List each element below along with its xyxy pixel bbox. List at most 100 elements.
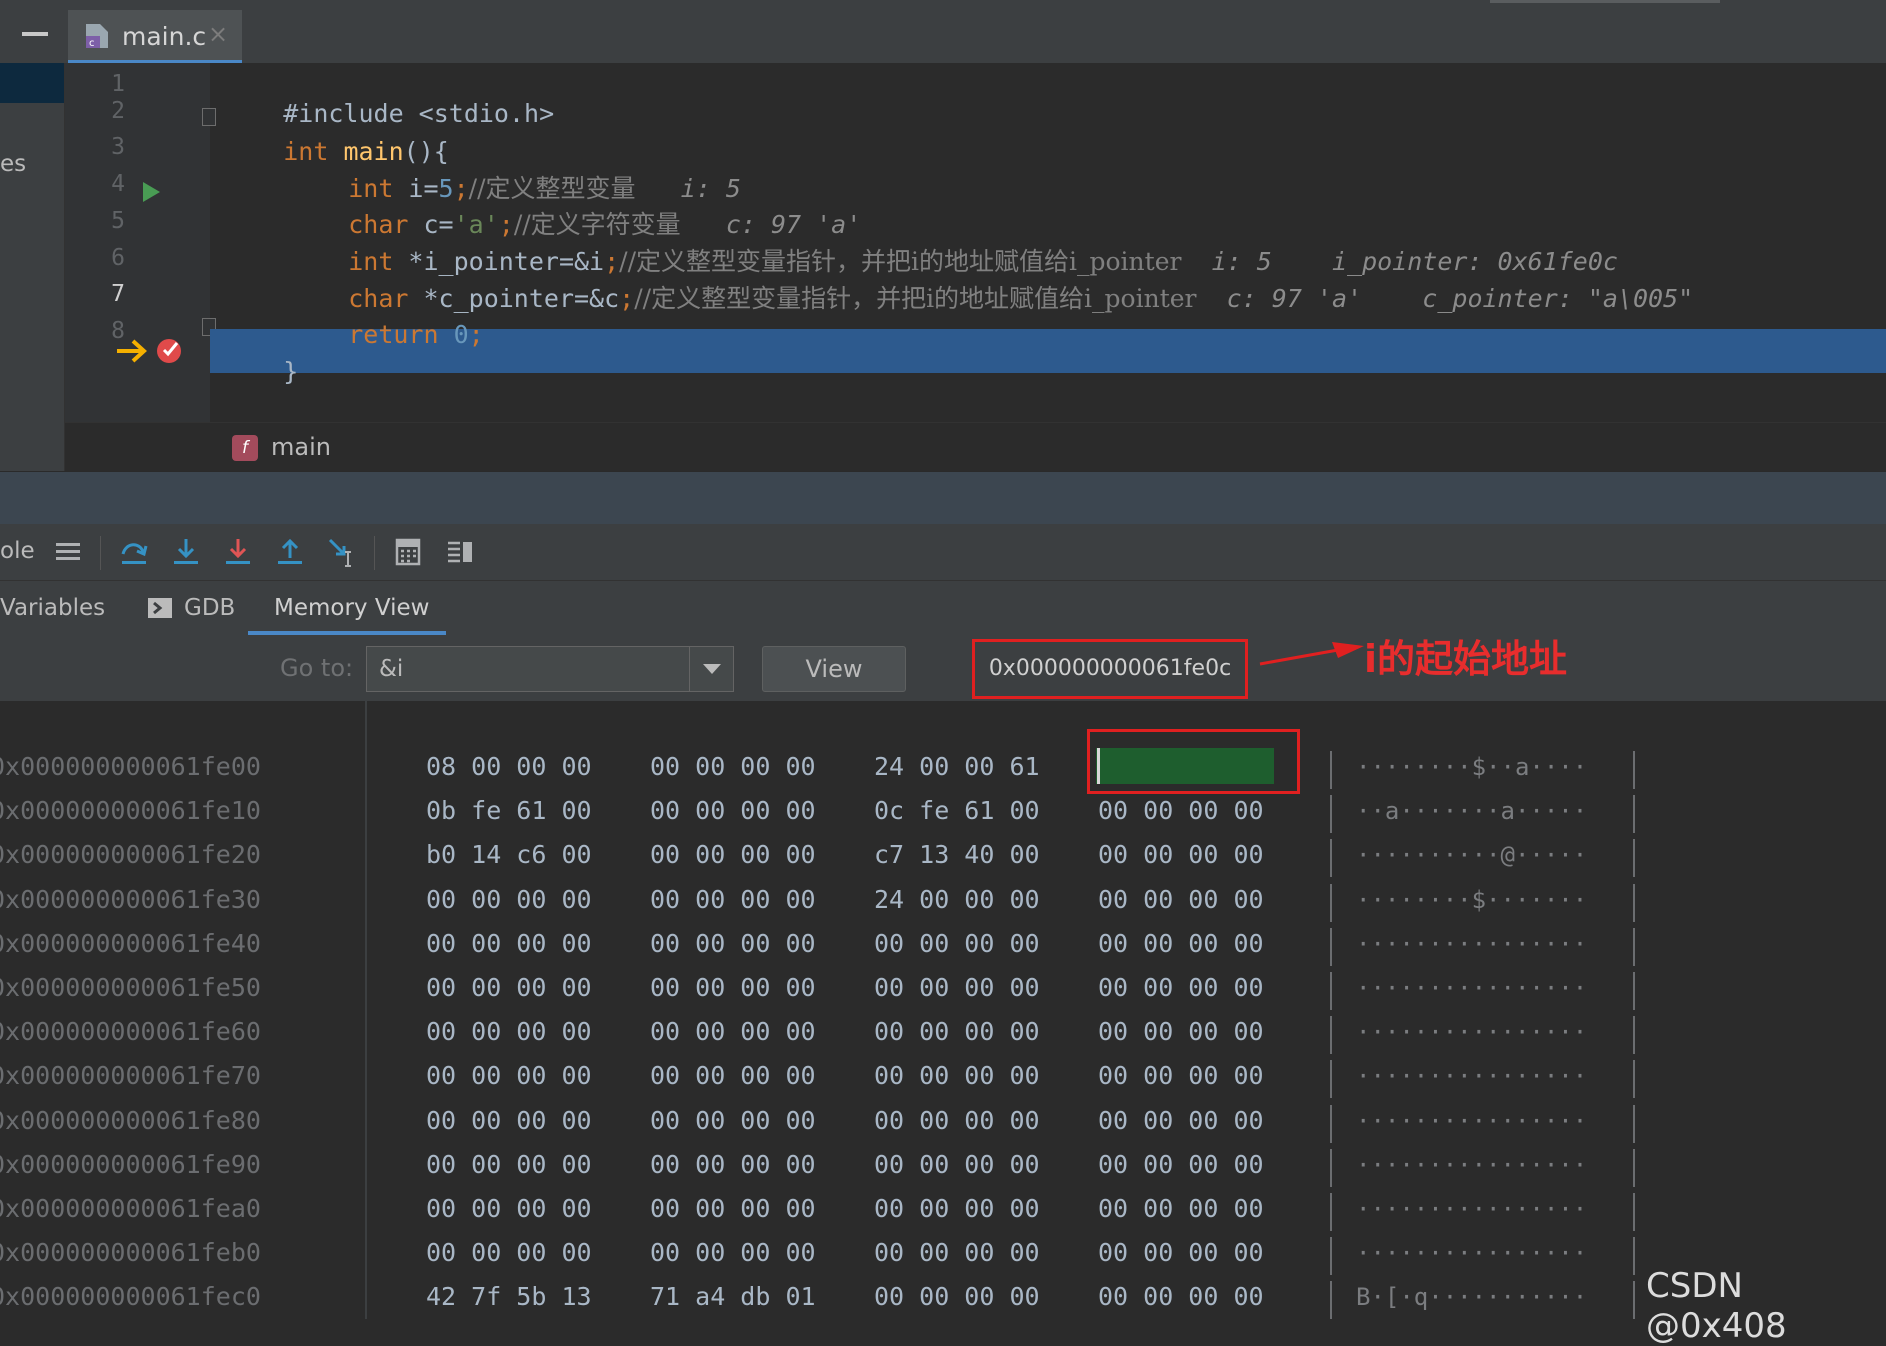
memory-hex-group[interactable]: 00 00 00 00 xyxy=(874,1010,1040,1054)
tab-main-c[interactable]: c main.c × xyxy=(68,10,242,63)
memory-row[interactable]: 0x000000000061fe10 0b fe 61 00 00 00 00 00… xyxy=(0,789,1886,834)
memory-row[interactable]: 0x000000000061fe70 00 00 00 00 00 00 00 00… xyxy=(0,1054,1886,1099)
memory-row[interactable]: 0x000000000061fe00 08 00 00 00 00 00 00 00… xyxy=(0,745,1886,789)
memory-hex-group[interactable]: 00 00 00 00 xyxy=(1098,1187,1264,1231)
memory-hex-group[interactable]: 00 00 00 00 xyxy=(650,922,816,966)
layout-icon[interactable] xyxy=(444,536,476,568)
memory-hex-group[interactable]: b0 14 c6 00 xyxy=(426,833,592,877)
memory-row[interactable]: 0x000000000061fea0 00 00 00 00 00 00 00 00… xyxy=(0,1187,1886,1231)
tab-variables[interactable]: Variables xyxy=(0,595,105,621)
toolbar-separator xyxy=(100,536,101,570)
memory-row[interactable]: 0x000000000061fe20 b0 14 c6 00 00 00 00 00… xyxy=(0,833,1886,878)
memory-row[interactable]: 0x000000000061fe30 00 00 00 00 00 00 00 00… xyxy=(0,878,1886,922)
memory-hex-group[interactable]: 00 00 00 00 xyxy=(426,1231,592,1275)
code-line-8[interactable]: } xyxy=(223,306,298,386)
memory-hex-group[interactable]: 00 00 00 00 xyxy=(426,1010,592,1054)
step-out-icon[interactable] xyxy=(274,536,306,568)
memory-hex-group[interactable]: 00 00 00 00 xyxy=(874,1187,1040,1231)
force-step-into-icon[interactable] xyxy=(222,536,254,568)
memory-hex-group[interactable]: 00 00 00 00 xyxy=(650,789,816,833)
memory-hex-group[interactable]: 00 00 00 00 xyxy=(1098,789,1264,833)
memory-row[interactable]: 0x000000000061fe50 00 00 00 00 00 00 00 00… xyxy=(0,966,1886,1010)
breadcrumb-item-main[interactable]: main xyxy=(271,433,331,461)
memory-row[interactable]: 0x000000000061fec0 42 7f 5b 13 71 a4 db 01… xyxy=(0,1275,1886,1320)
goto-input[interactable] xyxy=(367,647,689,691)
memory-hex-group[interactable]: 0b fe 61 00 xyxy=(426,789,592,833)
fold-marker[interactable] xyxy=(202,108,216,126)
editor-gutter[interactable]: 1 2 3 4 5 6 7 8 xyxy=(65,63,210,422)
memory-hex-group[interactable]: 00 00 00 00 xyxy=(1098,1231,1264,1275)
memory-hex-group[interactable]: 00 00 00 00 xyxy=(650,966,816,1010)
tab-close-icon[interactable]: × xyxy=(208,20,228,48)
memory-row[interactable]: 0x000000000061fe60 00 00 00 00 00 00 00 00… xyxy=(0,1010,1886,1055)
memory-hex-group[interactable]: 00 00 00 00 xyxy=(650,1231,816,1275)
memory-address: 0x000000000061fe80 xyxy=(0,1105,261,1135)
memory-row[interactable]: 0x000000000061fe80 00 00 00 00 00 00 00 00… xyxy=(0,1099,1886,1143)
memory-ascii: ················ xyxy=(1356,1150,1588,1179)
memory-hex-group[interactable]: 24 00 00 61 xyxy=(874,745,1040,789)
memory-hex-group[interactable]: 00 00 00 00 xyxy=(1098,1054,1264,1098)
step-into-icon[interactable] xyxy=(170,536,202,568)
memory-hex-group[interactable]: 00 00 00 00 xyxy=(1098,1099,1264,1143)
view-button[interactable]: View xyxy=(762,646,906,692)
memory-hex-group[interactable]: 24 00 00 00 xyxy=(874,878,1040,922)
memory-hex-group[interactable]: 00 00 00 00 xyxy=(1098,878,1264,922)
memory-hex-group[interactable]: 00 00 00 00 xyxy=(1098,1275,1264,1319)
tab-gdb[interactable]: GDB xyxy=(184,595,235,621)
memory-hex-group[interactable]: 42 7f 5b 13 xyxy=(426,1275,592,1319)
memory-row[interactable]: 0x000000000061fe40 00 00 00 00 00 00 00 00… xyxy=(0,922,1886,966)
memory-hex-group[interactable]: 00 00 00 00 xyxy=(650,878,816,922)
run-icon[interactable] xyxy=(141,181,161,203)
memory-hex-group[interactable]: 00 00 00 00 xyxy=(426,966,592,1010)
code-line-7[interactable]: return 0; xyxy=(288,269,484,349)
memory-hex-group[interactable]: 00 00 00 00 xyxy=(650,1187,816,1231)
memory-hex-group[interactable]: 00 00 00 00 xyxy=(1098,922,1264,966)
project-selection[interactable] xyxy=(0,63,64,103)
memory-hex-group[interactable]: 00 00 00 00 xyxy=(1098,966,1264,1010)
code-line-6[interactable]: char *c_pointer=&c;//定义整型变量指针，并把i的地址赋值给i… xyxy=(288,233,1693,313)
memory-hex-group[interactable]: 00 00 00 00 xyxy=(426,1099,592,1143)
breakpoint-icon[interactable] xyxy=(155,335,185,365)
memory-hex-group[interactable]: 00 00 00 00 xyxy=(650,745,816,789)
memory-hex-group[interactable]: 00 00 00 00 xyxy=(426,1143,592,1187)
memory-hex-group[interactable]: 00 00 00 00 xyxy=(874,1231,1040,1275)
tab-memory-view[interactable]: Memory View xyxy=(274,595,429,621)
memory-hex-group[interactable]: 00 00 00 00 xyxy=(874,1054,1040,1098)
memory-hex-group[interactable]: 00 00 00 00 xyxy=(874,1143,1040,1187)
memory-hex-group[interactable]: 00 00 00 00 xyxy=(650,1010,816,1054)
run-to-cursor-icon[interactable] xyxy=(326,536,358,568)
memory-hex-group[interactable]: 00 00 00 00 xyxy=(650,1099,816,1143)
goto-combobox[interactable] xyxy=(366,646,734,692)
memory-hex-group[interactable]: 00 00 00 00 xyxy=(1098,1143,1264,1187)
ascii-divider xyxy=(1330,1281,1332,1320)
memory-hex-group[interactable]: 00 00 00 00 xyxy=(426,922,592,966)
ascii-divider xyxy=(1633,839,1635,878)
ascii-divider xyxy=(1633,751,1635,789)
memory-hex-group[interactable]: c7 13 40 00 xyxy=(874,833,1040,877)
memory-hex-group[interactable]: 0c fe 61 00 xyxy=(874,789,1040,833)
code-editor[interactable]: 1 2 3 4 5 6 7 8 #include <stdio.h> int m… xyxy=(65,63,1886,422)
memory-hex-group[interactable]: 00 00 00 00 xyxy=(1098,833,1264,877)
goto-dropdown-button[interactable] xyxy=(689,647,733,691)
memory-hex-group[interactable]: 00 00 00 00 xyxy=(650,1054,816,1098)
memory-hex-group[interactable]: 08 00 00 00 xyxy=(426,745,592,789)
frames-list-icon[interactable] xyxy=(52,536,84,568)
memory-hex-group[interactable]: 00 00 00 00 xyxy=(874,922,1040,966)
memory-hex-group[interactable]: 00 00 00 00 xyxy=(874,1099,1040,1143)
evaluate-icon[interactable] xyxy=(392,536,424,568)
memory-hex-group[interactable]: 00 00 00 00 xyxy=(874,1275,1040,1319)
memory-hex-view[interactable]: 0x000000000061fe00 08 00 00 00 00 00 00 00… xyxy=(0,701,1886,1320)
memory-hex-group[interactable]: 00 00 00 00 xyxy=(426,1054,592,1098)
memory-hex-group[interactable]: 00 00 00 00 xyxy=(426,878,592,922)
minimize-icon[interactable] xyxy=(22,32,48,36)
console-tab-partial[interactable]: ole xyxy=(0,538,35,564)
memory-hex-group[interactable]: 71 a4 db 01 xyxy=(650,1275,816,1319)
memory-hex-group[interactable]: 00 00 00 00 xyxy=(650,1143,816,1187)
memory-row[interactable]: 0x000000000061fe90 00 00 00 00 00 00 00 00… xyxy=(0,1143,1886,1187)
memory-hex-group[interactable]: 00 00 00 00 xyxy=(1098,1010,1264,1054)
memory-row[interactable]: 0x000000000061feb0 00 00 00 00 00 00 00 00… xyxy=(0,1231,1886,1276)
memory-hex-group[interactable]: 00 00 00 00 xyxy=(874,966,1040,1010)
memory-hex-group[interactable]: 00 00 00 00 xyxy=(426,1187,592,1231)
memory-hex-group[interactable]: 00 00 00 00 xyxy=(650,833,816,877)
step-over-icon[interactable] xyxy=(118,536,150,568)
